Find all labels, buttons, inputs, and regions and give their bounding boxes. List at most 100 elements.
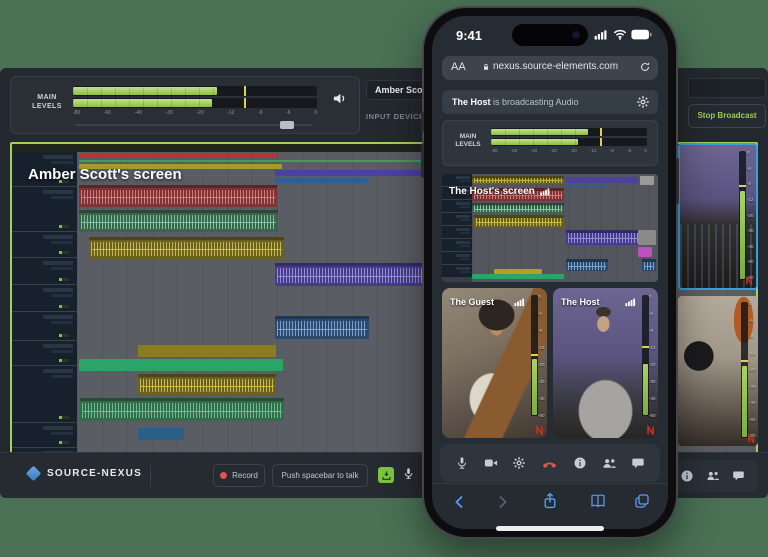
back-icon[interactable]	[452, 494, 468, 510]
speaker-icon[interactable]	[332, 91, 347, 106]
push-to-talk-button[interactable]: Push spacebar to talk	[272, 464, 368, 487]
meter-scale: -80-60-40-30-20-12-9-60	[491, 148, 647, 153]
desktop-main-levels-panel: MAIN LEVELS L R -80-60-40-30-20-12-9-60	[10, 76, 360, 134]
camera-icon[interactable]	[484, 456, 498, 470]
tick-label: -6	[286, 110, 290, 116]
video-tile-host[interactable]: The Host 0-6-9-12-20-30-40-60	[553, 288, 658, 438]
forward-icon[interactable]	[494, 494, 510, 510]
tick-label: -20	[196, 110, 203, 116]
meter-peak-marker	[600, 138, 602, 146]
status-icons	[594, 29, 652, 40]
daw-clip	[80, 398, 284, 421]
daw-clip	[638, 247, 652, 257]
daw-clip	[89, 237, 284, 259]
dynamic-island	[512, 24, 588, 46]
tile-level-meter	[741, 302, 748, 438]
input-device-dropdown[interactable]	[688, 78, 766, 98]
home-indicator[interactable]	[496, 526, 604, 531]
signal-bars-icon	[625, 297, 637, 307]
stop-broadcast-button[interactable]: Stop Broadcast	[688, 104, 766, 128]
output-volume-slider[interactable]	[75, 124, 313, 126]
tick-label: -20	[649, 362, 657, 367]
meter-peak-marker	[244, 98, 246, 108]
settings-gear-icon[interactable]	[512, 456, 526, 470]
shared-screen-label: Amber Scott's screen	[28, 166, 182, 183]
meter-left-fill	[491, 129, 588, 135]
volume-slider-handle[interactable]	[280, 121, 294, 129]
host-shared-screen[interactable]: The Host's screen	[442, 174, 658, 282]
meter-right-fill	[73, 99, 212, 107]
info-icon[interactable]	[680, 469, 694, 483]
tick-label: -12	[749, 351, 757, 356]
tick-label: -40	[649, 396, 657, 401]
tick-label: -9	[538, 328, 546, 333]
microphone-icon[interactable]	[402, 467, 415, 480]
tile-meter-peak	[642, 346, 649, 348]
daw-clip	[275, 178, 369, 183]
tick-label: -9	[258, 110, 262, 116]
broadcaster-name: The Host	[452, 97, 491, 107]
daw-clip	[79, 359, 283, 371]
cellular-icon	[594, 29, 609, 40]
app-brand-label: SOURCE-NEXUS	[47, 468, 142, 479]
bookmarks-icon[interactable]	[590, 493, 606, 509]
nexus-logo-icon	[745, 276, 754, 285]
tabs-icon[interactable]	[634, 493, 650, 509]
desktop-stereo-meter: L R -80-60-40-30-20-12-9-60	[73, 86, 317, 116]
tick-label: -60	[511, 148, 518, 153]
tile-level-meter	[642, 295, 649, 416]
status-time: 9:41	[456, 28, 482, 43]
wifi-icon	[613, 29, 627, 40]
reload-icon[interactable]	[639, 61, 651, 73]
tick-label: -9	[610, 148, 614, 153]
video-tile-guest[interactable]: The Guest 0-6-9-12-20-30-40-60	[442, 288, 547, 438]
meter-right-track: R	[73, 98, 317, 108]
share-icon[interactable]	[542, 492, 559, 509]
phone-screen: 9:41 AA nexus.source-elements.com	[432, 16, 668, 529]
settings-gear-icon[interactable]	[636, 95, 650, 109]
remote-video-tile-selected[interactable]: 0-6-9-12-20-30-40-60-80	[678, 143, 758, 290]
tile-level-meter	[531, 295, 538, 416]
chat-icon[interactable]	[631, 456, 645, 470]
main-levels-label: MAIN LEVELS	[25, 93, 69, 111]
meter-peak-marker	[600, 128, 602, 136]
tick-label: -40	[749, 400, 757, 405]
call-toolbar	[440, 444, 660, 482]
tick-label: -6	[749, 318, 757, 323]
tile-meter-fill	[740, 191, 745, 279]
info-icon[interactable]	[573, 456, 587, 470]
phone-volume-button	[421, 144, 424, 178]
participants-icon[interactable]	[602, 456, 617, 471]
daw-clip	[79, 185, 277, 207]
chat-icon[interactable]	[732, 469, 745, 482]
signal-bars-icon	[514, 297, 526, 307]
browser-address-bar[interactable]: AA nexus.source-elements.com	[442, 56, 658, 80]
tick-label: -30	[550, 148, 557, 153]
tick-label: -30	[749, 384, 757, 389]
browser-bottom-bar	[432, 483, 668, 529]
remote-video-tile[interactable]: 0-6-9-12-20-30-40-60-80	[678, 296, 758, 446]
tick-label: -12	[747, 197, 755, 202]
participants-icon[interactable]	[706, 469, 720, 483]
hang-up-icon[interactable]	[541, 455, 558, 472]
tile-meter-peak	[531, 354, 538, 356]
tick-label: 0	[538, 294, 546, 299]
daw-clip	[79, 154, 277, 158]
daw-clip	[638, 230, 656, 245]
tile-name-label: The Host	[561, 297, 600, 307]
phone-stereo-meter: -80-60-40-30-20-12-9-60	[491, 128, 647, 153]
record-dot-icon	[220, 472, 227, 479]
daw-clip	[474, 215, 564, 228]
daw-clip	[79, 210, 278, 232]
tick-label: -12	[227, 110, 234, 116]
talkback-icon[interactable]	[378, 467, 394, 483]
waveform	[140, 379, 274, 393]
app-brand: SOURCE-NEXUS	[28, 468, 142, 479]
tick-label: -6	[649, 311, 657, 316]
tick-label: 0	[649, 294, 657, 299]
record-button[interactable]: Record	[213, 464, 265, 487]
phone-power-button	[676, 158, 679, 204]
microphone-icon[interactable]	[455, 456, 469, 470]
daw-clip	[472, 203, 564, 213]
tick-label: -40	[538, 396, 546, 401]
